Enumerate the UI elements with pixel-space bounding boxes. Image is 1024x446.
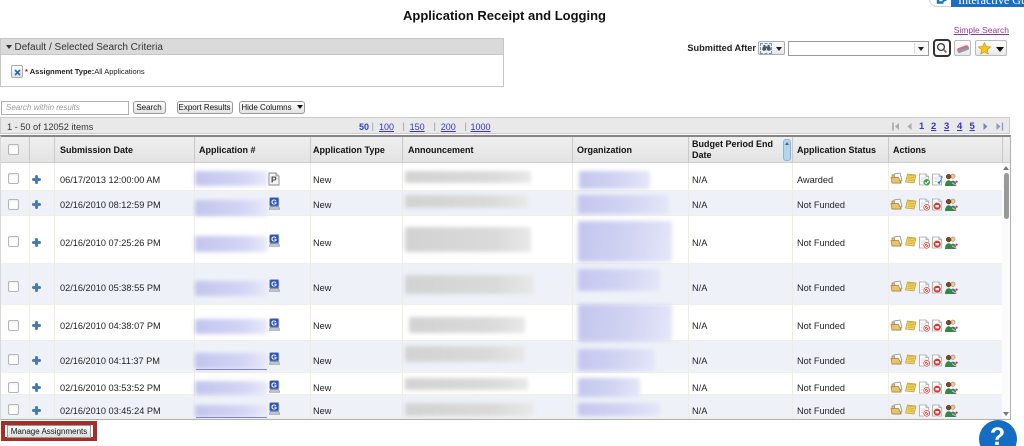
svg-text:G: G [271,352,277,361]
svg-text:G: G [271,234,277,243]
svg-text:P: P [271,174,277,184]
svg-text:G: G [271,279,277,288]
svg-text:G: G [271,318,277,327]
svg-text:G: G [271,402,277,411]
svg-text:G: G [271,380,277,389]
svg-text:G: G [271,197,277,206]
